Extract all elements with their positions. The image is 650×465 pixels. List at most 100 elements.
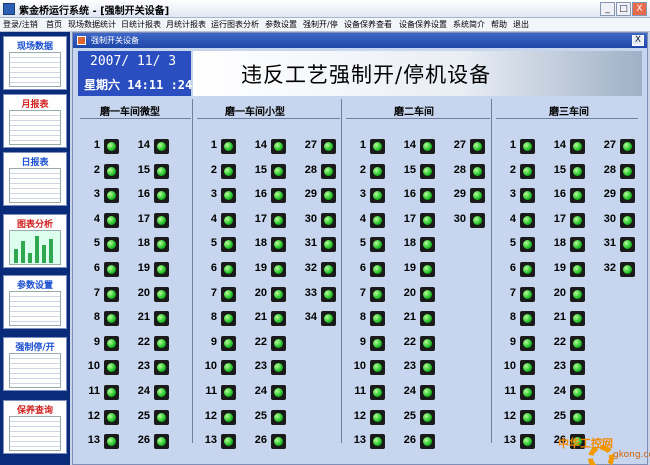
status-led-icon[interactable] — [271, 188, 286, 204]
status-led-icon[interactable] — [570, 385, 585, 400]
status-led-icon[interactable] — [321, 311, 336, 327]
status-led-icon[interactable] — [570, 163, 585, 179]
sidebar-item-daily-report[interactable]: 日报表 — [3, 152, 67, 206]
status-led-icon[interactable] — [620, 262, 635, 277]
status-led-icon[interactable] — [520, 385, 535, 400]
status-led-icon[interactable] — [271, 434, 286, 450]
status-led-icon[interactable] — [271, 409, 286, 425]
status-led-icon[interactable] — [520, 163, 535, 179]
status-led-icon[interactable] — [420, 286, 435, 302]
status-led-icon[interactable] — [370, 434, 385, 450]
status-led-icon[interactable] — [154, 335, 169, 351]
status-led-icon[interactable] — [271, 139, 286, 154]
menu-daily-report[interactable]: 日统计报表 — [121, 19, 161, 30]
status-led-icon[interactable] — [520, 409, 535, 425]
status-led-icon[interactable] — [520, 311, 535, 327]
status-led-icon[interactable] — [370, 237, 385, 253]
status-led-icon[interactable] — [221, 286, 236, 302]
status-led-icon[interactable] — [154, 311, 169, 327]
status-led-icon[interactable] — [221, 237, 236, 253]
status-led-icon[interactable] — [154, 286, 169, 302]
status-led-icon[interactable] — [221, 385, 236, 400]
status-led-icon[interactable] — [104, 139, 119, 154]
status-led-icon[interactable] — [271, 163, 286, 179]
status-led-icon[interactable] — [470, 163, 485, 179]
status-led-icon[interactable] — [321, 163, 336, 179]
status-led-icon[interactable] — [570, 139, 585, 154]
status-led-icon[interactable] — [370, 262, 385, 277]
status-led-icon[interactable] — [470, 212, 485, 228]
status-led-icon[interactable] — [271, 360, 286, 376]
status-led-icon[interactable] — [520, 237, 535, 253]
status-led-icon[interactable] — [420, 139, 435, 154]
status-led-icon[interactable] — [420, 434, 435, 450]
status-led-icon[interactable] — [104, 385, 119, 400]
status-led-icon[interactable] — [321, 212, 336, 228]
status-led-icon[interactable] — [104, 237, 119, 253]
status-led-icon[interactable] — [420, 188, 435, 204]
status-led-icon[interactable] — [520, 434, 535, 450]
status-led-icon[interactable] — [271, 385, 286, 400]
status-led-icon[interactable] — [370, 385, 385, 400]
menu-chart-analysis[interactable]: 运行图表分析 — [211, 19, 259, 30]
sidebar-item-monthly-report[interactable]: 月报表 — [3, 94, 67, 148]
status-led-icon[interactable] — [570, 335, 585, 351]
status-led-icon[interactable] — [620, 163, 635, 179]
status-led-icon[interactable] — [221, 335, 236, 351]
status-led-icon[interactable] — [271, 311, 286, 327]
menu-home[interactable]: 首页 — [46, 19, 62, 30]
status-led-icon[interactable] — [221, 360, 236, 376]
status-led-icon[interactable] — [370, 139, 385, 154]
status-led-icon[interactable] — [104, 188, 119, 204]
status-led-icon[interactable] — [570, 262, 585, 277]
status-led-icon[interactable] — [420, 335, 435, 351]
status-led-icon[interactable] — [221, 311, 236, 327]
status-led-icon[interactable] — [620, 212, 635, 228]
sidebar-item-chart-analysis[interactable]: 图表分析 — [3, 214, 67, 268]
status-led-icon[interactable] — [221, 262, 236, 277]
menu-monthly-report[interactable]: 月统计报表 — [166, 19, 206, 30]
status-led-icon[interactable] — [370, 188, 385, 204]
status-led-icon[interactable] — [321, 262, 336, 277]
sidebar-item-maintenance-query[interactable]: 保养查询 — [3, 400, 67, 454]
status-led-icon[interactable] — [154, 139, 169, 154]
status-led-icon[interactable] — [520, 335, 535, 351]
status-led-icon[interactable] — [570, 212, 585, 228]
status-led-icon[interactable] — [154, 360, 169, 376]
status-led-icon[interactable] — [154, 188, 169, 204]
sidebar-item-field-data[interactable]: 现场数据 — [3, 36, 67, 90]
status-led-icon[interactable] — [104, 434, 119, 450]
menu-login[interactable]: 登录/注销 — [3, 19, 38, 30]
status-led-icon[interactable] — [221, 188, 236, 204]
status-led-icon[interactable] — [620, 237, 635, 253]
status-led-icon[interactable] — [271, 262, 286, 277]
maximize-button[interactable]: □ — [616, 2, 631, 16]
status-led-icon[interactable] — [370, 163, 385, 179]
status-led-icon[interactable] — [104, 262, 119, 277]
menu-maintenance-view[interactable]: 设备保养查看 — [344, 19, 392, 30]
status-led-icon[interactable] — [221, 434, 236, 450]
status-led-icon[interactable] — [154, 409, 169, 425]
status-led-icon[interactable] — [570, 188, 585, 204]
menu-field-stats[interactable]: 现场数据统计 — [68, 19, 116, 30]
menu-exit[interactable]: 退出 — [513, 19, 529, 30]
status-led-icon[interactable] — [420, 385, 435, 400]
status-led-icon[interactable] — [321, 237, 336, 253]
status-led-icon[interactable] — [321, 188, 336, 204]
menu-force-start-stop[interactable]: 强制开/停 — [303, 19, 338, 30]
status-led-icon[interactable] — [520, 212, 535, 228]
status-led-icon[interactable] — [420, 360, 435, 376]
status-led-icon[interactable] — [271, 212, 286, 228]
sidebar-item-parameter-settings[interactable]: 参数设置 — [3, 275, 67, 329]
status-led-icon[interactable] — [520, 262, 535, 277]
status-led-icon[interactable] — [104, 409, 119, 425]
status-led-icon[interactable] — [221, 409, 236, 425]
status-led-icon[interactable] — [104, 335, 119, 351]
menu-parameter-settings[interactable]: 参数设置 — [265, 19, 297, 30]
menu-maintenance-settings[interactable]: 设备保养设置 — [399, 19, 447, 30]
menu-help[interactable]: 帮助 — [491, 19, 507, 30]
status-led-icon[interactable] — [104, 360, 119, 376]
status-led-icon[interactable] — [570, 237, 585, 253]
status-led-icon[interactable] — [520, 286, 535, 302]
status-led-icon[interactable] — [271, 335, 286, 351]
